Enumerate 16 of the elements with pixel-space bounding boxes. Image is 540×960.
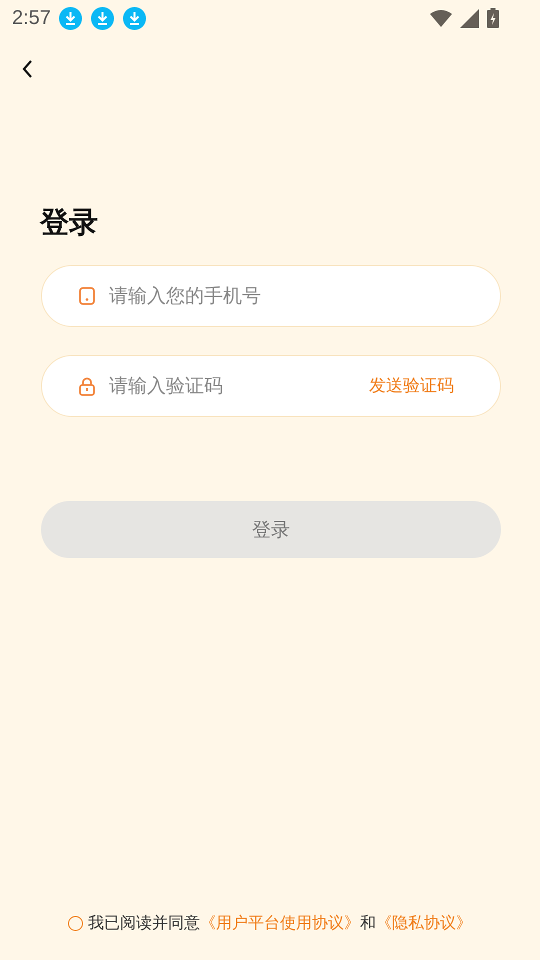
send-code-link[interactable]: 发送验证码: [369, 374, 454, 397]
wifi-icon: [430, 9, 452, 27]
page-title: 登录: [40, 204, 99, 241]
download-icon: [58, 6, 82, 30]
battery-icon: [487, 8, 499, 28]
agreement-link[interactable]: 《用户平台使用协议》: [200, 913, 360, 934]
signal-icon: [460, 8, 479, 28]
agree-checkbox[interactable]: [68, 916, 83, 931]
download-icon: [90, 6, 114, 30]
status-time: 2:57: [12, 6, 51, 30]
privacy-link[interactable]: 《隐私协议》: [376, 913, 472, 934]
input-field[interactable]: 请输入您的手机号: [41, 265, 501, 327]
back-icon[interactable]: [21, 60, 33, 78]
download-icon: [122, 6, 146, 30]
agreement-text: 我已阅读并同意: [88, 913, 200, 934]
agreement-text: 和: [360, 913, 376, 934]
